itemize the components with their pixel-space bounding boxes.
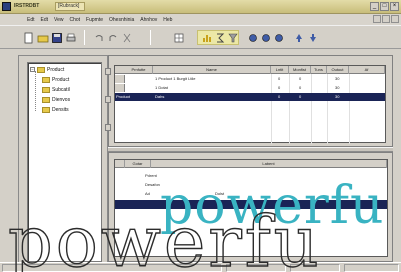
scroll-down-icon[interactable] [105,124,111,131]
folder-icon [42,106,50,113]
cell-name: 1 Product 1 Burgit Ltile [155,76,196,81]
column-header[interactable]: Lntit [271,66,289,74]
column-header[interactable]: Gotar [125,160,151,168]
menu-item-help[interactable]: Heb [163,17,172,23]
tree-node-label: Densits [52,106,69,113]
app-title: IRSTRDBT [14,3,40,9]
tree-node-child[interactable]: Product [42,75,69,84]
print-icon[interactable] [64,31,76,43]
menu-item-edit[interactable]: Edt [41,17,49,23]
undo-icon[interactable] [92,31,104,43]
cell-name: 1 Dotat [155,85,168,90]
tree-node-child[interactable]: Densits [42,105,69,114]
cell-value: 30 [335,85,340,90]
row-marker-label: Produot [116,94,131,99]
table-row-selected[interactable]: Produot Dahs 0 0 30 [115,93,385,101]
menu-item-file[interactable]: Edt [27,17,35,23]
menu-item-format[interactable]: Fupmte [86,17,103,23]
tree-node-label: Subcatil [52,86,70,93]
cell-value: 0 [299,76,302,81]
mdi-minimize-button[interactable] [373,15,381,23]
minimize-button[interactable]: _ [370,2,379,11]
open-folder-icon[interactable] [36,31,49,43]
cell-value: 0 [299,94,302,99]
drill-up-icon[interactable] [259,31,271,43]
save-icon[interactable] [50,31,62,43]
table-header: Prnfutte Name Lntit Monfist Tuns Outout … [115,66,385,74]
properties-header: Gotar Labent [115,160,387,168]
table-row[interactable]: 1 Product 1 Burgit Ltile 0 0 30 [115,75,385,83]
scroll-handle-icon[interactable] [105,96,111,103]
cell-name: Dahs [155,94,165,99]
cell-value: 0 [278,85,281,90]
menu-item-dimensions[interactable]: Ohesnhinia [109,17,134,23]
menu-bar: Edt Edt Vew Chot Fupmte Ohesnhinia Ahnho… [0,14,401,25]
chart-bar-icon[interactable] [200,31,212,43]
cell-value: 30 [335,94,340,99]
scroll-up-icon[interactable] [105,68,111,75]
title-bar[interactable]: IRSTRDBT [Rubrack] _ □ × [0,0,401,14]
menu-item-view[interactable]: Vew [54,17,63,23]
toolbar [0,25,401,49]
property-name: Pdrent [145,173,157,178]
sort-descending-icon[interactable] [306,31,318,43]
data-table[interactable]: Prnfutte Name Lntit Monfist Tuns Outout … [114,65,386,144]
column-header[interactable]: Af [349,66,385,74]
tree-node-label: Product [52,76,70,83]
folder-icon [37,66,45,73]
folder-icon [42,96,50,103]
column-header[interactable]: Tuns [311,66,327,74]
column-header[interactable]: Monfist [289,66,311,74]
grid-view-icon[interactable] [172,31,184,43]
folder-icon [42,76,50,83]
column-header[interactable]: Outout [327,66,349,74]
app-icon [2,2,11,11]
collapse-icon[interactable]: − [30,67,35,72]
property-name: Ad [145,191,150,196]
cut-icon[interactable] [120,31,132,43]
close-button[interactable]: × [390,2,399,11]
filter-icon[interactable] [226,31,238,43]
new-icon[interactable] [22,31,34,44]
watermark-text-outline: powerfu [7,201,322,272]
redo-icon[interactable] [106,31,118,43]
property-name: Desafon [145,182,160,187]
cell-value: 0 [278,94,281,99]
folder-icon [42,86,50,93]
column-header[interactable]: Labent [151,160,387,168]
cell-value: 30 [335,76,340,81]
table-row[interactable]: 1 Dotat 0 0 30 [115,84,385,92]
sort-ascending-icon[interactable] [292,31,304,43]
tree-node-root[interactable]: − Product [30,65,64,74]
pivot-icon[interactable] [272,31,284,43]
document-title: [Rubrack] [55,2,85,11]
maximize-button[interactable]: □ [380,2,389,11]
mdi-close-button[interactable] [391,15,399,23]
sum-icon[interactable] [213,31,225,43]
menu-item-chart[interactable]: Chot [69,17,80,23]
drill-down-icon[interactable] [246,31,258,43]
tree-node-child[interactable]: Subcatil [42,85,70,94]
cell-value: 0 [299,85,302,90]
tree-node-label: Dienvos [52,96,71,103]
tree-node-child[interactable]: Dienvos [42,95,70,104]
cell-value: 0 [278,76,281,81]
mdi-restore-button[interactable] [382,15,390,23]
menu-item-window[interactable]: Ahnhov [140,17,157,23]
column-header[interactable]: Name [153,66,271,74]
tree-node-label: Product [47,66,65,73]
column-header[interactable]: Prnfutte [125,66,153,74]
